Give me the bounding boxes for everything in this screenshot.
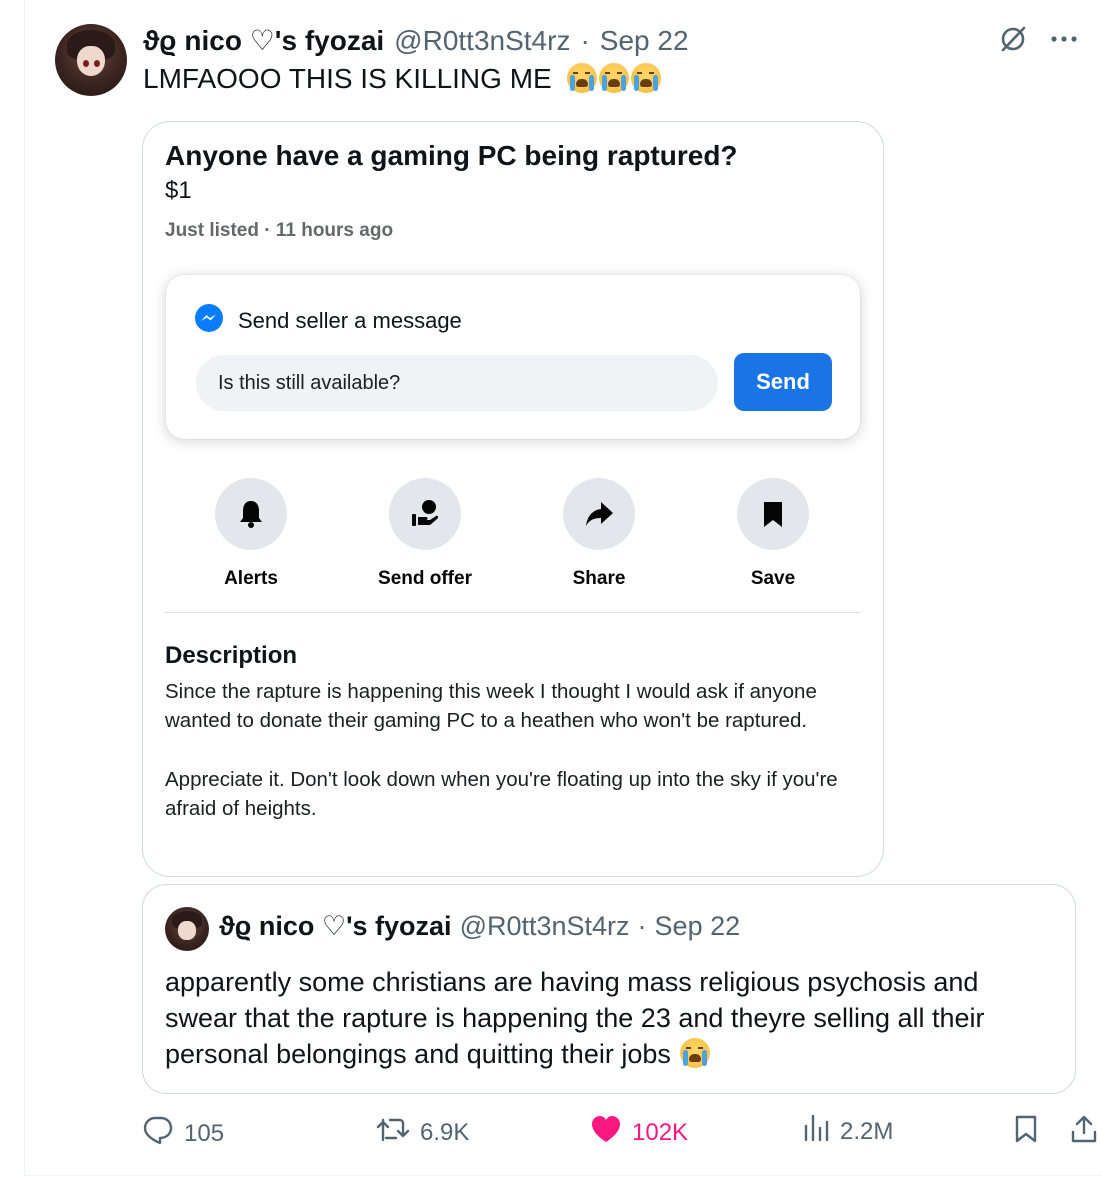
share-button[interactable]: Share bbox=[534, 478, 664, 590]
message-input[interactable]: Is this still available? bbox=[196, 355, 718, 411]
author-handle[interactable]: @R0tt3nSt4rz bbox=[394, 25, 570, 57]
quote-text: apparently some christians are having ma… bbox=[165, 964, 1055, 1072]
heart-icon bbox=[590, 1114, 622, 1151]
description-paragraph: Since the rapture is happening this week… bbox=[165, 680, 817, 733]
action-label: Alerts bbox=[224, 568, 278, 589]
listing-meta: Just listed · 11 hours ago bbox=[165, 220, 394, 241]
quote-avatar bbox=[165, 907, 209, 951]
like-count: 102K bbox=[632, 1118, 689, 1146]
quote-date: Sep 22 bbox=[654, 911, 741, 941]
reply-button[interactable]: 105 bbox=[142, 1114, 224, 1153]
alerts-button[interactable]: Alerts bbox=[186, 478, 316, 590]
engagement-bar: 105 6.9K 102K 2.2M bbox=[142, 1114, 1097, 1154]
listing-title: Anyone have a gaming PC being raptured? bbox=[165, 140, 738, 171]
message-seller-box: Send seller a message Is this still avai… bbox=[166, 275, 860, 439]
avatar[interactable] bbox=[55, 24, 127, 96]
messenger-icon bbox=[194, 303, 224, 339]
send-offer-button[interactable]: Send offer bbox=[360, 478, 490, 590]
tweet-header: ϑϱ nico ♡'s fyozai @R0tt3nSt4rz · Sep 22 bbox=[143, 24, 689, 57]
more-options-icon[interactable] bbox=[1050, 35, 1078, 43]
listing-actions: Alerts Send offer Share Save bbox=[165, 478, 861, 590]
repost-count: 6.9K bbox=[420, 1118, 470, 1146]
save-button[interactable]: Save bbox=[708, 478, 838, 590]
share-icon bbox=[1070, 1114, 1098, 1151]
message-heading: Send seller a message bbox=[238, 308, 462, 333]
reply-count: 105 bbox=[184, 1119, 225, 1147]
quoted-tweet[interactable]: ϑϱ nico ♡'s fyozai @R0tt3nSt4rz · Sep 22… bbox=[142, 884, 1076, 1094]
share-arrow-icon bbox=[563, 478, 635, 550]
listing-price: $1 bbox=[165, 177, 192, 204]
separator: · bbox=[637, 911, 647, 941]
tweet-text: LMFAOOO THIS IS KILLING ME bbox=[143, 63, 662, 95]
crying-face-emoji bbox=[680, 1038, 711, 1068]
action-label: Send offer bbox=[378, 568, 472, 589]
crying-face-emoji bbox=[599, 63, 630, 93]
bookmark-icon bbox=[1014, 1114, 1038, 1151]
action-label: Share bbox=[572, 568, 626, 589]
repost-button[interactable]: 6.9K bbox=[376, 1114, 469, 1151]
message-header: Send seller a message bbox=[194, 303, 462, 339]
reply-icon bbox=[142, 1114, 174, 1153]
offer-icon bbox=[389, 478, 461, 550]
separator: · bbox=[580, 25, 590, 56]
grok-icon[interactable] bbox=[998, 24, 1028, 54]
tweet-text-content: LMFAOOO THIS IS KILLING ME bbox=[143, 63, 552, 94]
send-button[interactable]: Send bbox=[734, 353, 832, 411]
like-button[interactable]: 102K bbox=[590, 1114, 688, 1151]
repost-icon bbox=[376, 1114, 410, 1151]
quote-header: ϑϱ nico ♡'s fyozai @R0tt3nSt4rz · Sep 22 bbox=[219, 911, 740, 942]
description-paragraph: Appreciate it. Don't look down when you'… bbox=[165, 767, 838, 820]
divider bbox=[165, 612, 861, 613]
crying-face-emoji bbox=[631, 63, 662, 93]
author-name[interactable]: ϑϱ nico ♡'s fyozai bbox=[143, 24, 384, 57]
quote-text-content: apparently some christians are having ma… bbox=[165, 967, 985, 1069]
action-label: Save bbox=[750, 568, 796, 589]
tweet: ϑϱ nico ♡'s fyozai @R0tt3nSt4rz · Sep 22… bbox=[24, 0, 1102, 1176]
description-title: Description bbox=[165, 642, 298, 669]
tweet-date[interactable]: Sep 22 bbox=[600, 25, 689, 57]
share-button[interactable] bbox=[1070, 1114, 1098, 1151]
tweet-top-actions bbox=[998, 24, 1078, 54]
description-body: Since the rapture is happening this week… bbox=[165, 677, 865, 823]
views-count: 2.2M bbox=[840, 1117, 894, 1145]
views-button[interactable]: 2.2M bbox=[802, 1114, 893, 1149]
quote-author-name: ϑϱ nico ♡'s fyozai bbox=[219, 911, 452, 941]
bookmark-button[interactable] bbox=[1014, 1114, 1038, 1151]
bell-icon bbox=[215, 478, 287, 550]
listing-image[interactable]: Anyone have a gaming PC being raptured? … bbox=[142, 121, 884, 877]
crying-face-emoji bbox=[567, 63, 598, 93]
quote-author-handle: @R0tt3nSt4rz bbox=[459, 911, 630, 941]
analytics-icon bbox=[802, 1114, 830, 1149]
bookmark-icon bbox=[737, 478, 809, 550]
